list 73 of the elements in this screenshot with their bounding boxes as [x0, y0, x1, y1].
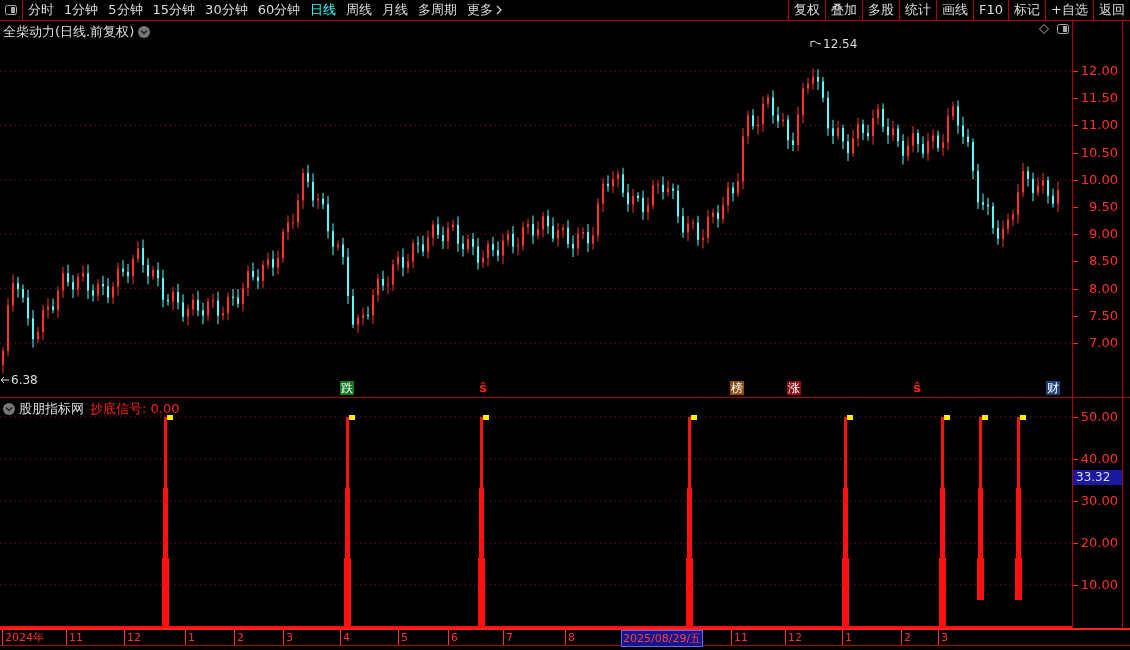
toolbar-button[interactable]: 返回: [1093, 0, 1130, 20]
axis-label: 50.00: [1080, 409, 1118, 424]
period-tab[interactable]: 30分钟: [205, 0, 248, 20]
period-tab[interactable]: 周线: [346, 0, 373, 20]
chart-title: 全柴动力(日线.前复权): [3, 23, 135, 41]
indicator-title: 股朋指标网: [19, 400, 84, 418]
signal-value: 抄底信号: 0.00: [90, 400, 180, 418]
period-tab[interactable]: 日线: [310, 0, 337, 20]
toolbar-button[interactable]: 统计: [899, 0, 937, 20]
arrow-left-icon: [0, 376, 10, 384]
high-marker-icon: [810, 40, 822, 48]
time-label: 12: [124, 630, 141, 645]
time-label: 5: [398, 630, 408, 645]
toolbar-button[interactable]: 叠加: [825, 0, 863, 20]
axis-label: 10.50: [1080, 144, 1118, 160]
axis-label: 7.50: [1089, 307, 1118, 323]
time-label: 7: [503, 630, 513, 645]
toolbar-button[interactable]: F10: [973, 0, 1009, 20]
period-tab[interactable]: 60分钟: [257, 0, 301, 20]
axis-label: 9.00: [1089, 226, 1118, 242]
time-label: 8: [565, 630, 575, 645]
diamond-icon[interactable]: [1039, 24, 1049, 34]
axis-label: 30.00: [1080, 493, 1118, 508]
period-tab[interactable]: 5分钟: [108, 0, 143, 20]
period-tab[interactable]: 1分钟: [64, 0, 99, 20]
chevron-right-icon: [496, 5, 503, 15]
axis-label: 40.00: [1080, 451, 1118, 466]
time-label: 1: [842, 630, 852, 645]
event-badge[interactable]: 财: [1046, 381, 1060, 395]
toolbar-button[interactable]: 标记: [1008, 0, 1046, 20]
toolbar-button[interactable]: 多股: [862, 0, 900, 20]
event-symbol[interactable]: ŝ: [478, 380, 488, 395]
axis-label: 10.00: [1080, 577, 1118, 592]
axis-label: 8.50: [1089, 253, 1118, 269]
low-price-label: 6.38: [11, 372, 38, 389]
axis-label: 7.00: [1089, 335, 1118, 350]
toolbar-button[interactable]: +自选: [1045, 0, 1093, 20]
period-tab[interactable]: 更多: [467, 0, 503, 20]
high-price-label: 12.54: [823, 36, 858, 53]
axis-label: 20.00: [1080, 535, 1118, 550]
toolbar-button[interactable]: 画线: [936, 0, 974, 20]
time-label: 11: [731, 630, 748, 645]
axis-label: 9.50: [1089, 199, 1118, 214]
time-label: 1: [185, 630, 195, 645]
axis-label: 11.50: [1080, 90, 1118, 106]
time-label: 2025/08/29/五: [621, 630, 704, 647]
period-tab[interactable]: 多周期: [418, 0, 458, 20]
time-label: 6: [448, 630, 458, 645]
dropdown-icon[interactable]: [138, 25, 151, 38]
period-tab[interactable]: 15分钟: [152, 0, 196, 20]
toolbar-button[interactable]: 复权: [788, 0, 826, 20]
axis-label: 12.00: [1080, 63, 1118, 78]
time-label: 2: [901, 630, 911, 645]
event-symbol[interactable]: ŝ: [912, 380, 922, 395]
dropdown-icon[interactable]: [3, 402, 15, 415]
event-badge[interactable]: 涨: [787, 381, 801, 395]
time-label: 3: [938, 630, 948, 645]
axis-label: 10.00: [1080, 171, 1118, 187]
panel-toggle-icon: [5, 5, 17, 15]
event-badge[interactable]: 榜: [730, 381, 744, 395]
time-label: 4: [340, 630, 350, 645]
axis-label: 8.00: [1089, 280, 1118, 296]
period-tab[interactable]: 分时: [28, 0, 54, 20]
panel-toggle-icon[interactable]: [1057, 24, 1069, 34]
time-label: 2: [234, 630, 244, 645]
time-label: 3: [283, 630, 293, 645]
current-value-label: 33.32: [1073, 470, 1122, 485]
event-badge[interactable]: 跌: [340, 381, 354, 395]
time-label: 11: [66, 630, 83, 645]
time-label: 2024年: [2, 630, 44, 645]
axis-label: 11.00: [1080, 117, 1118, 133]
period-tab[interactable]: 月线: [382, 0, 409, 20]
time-label: 12: [785, 630, 802, 645]
